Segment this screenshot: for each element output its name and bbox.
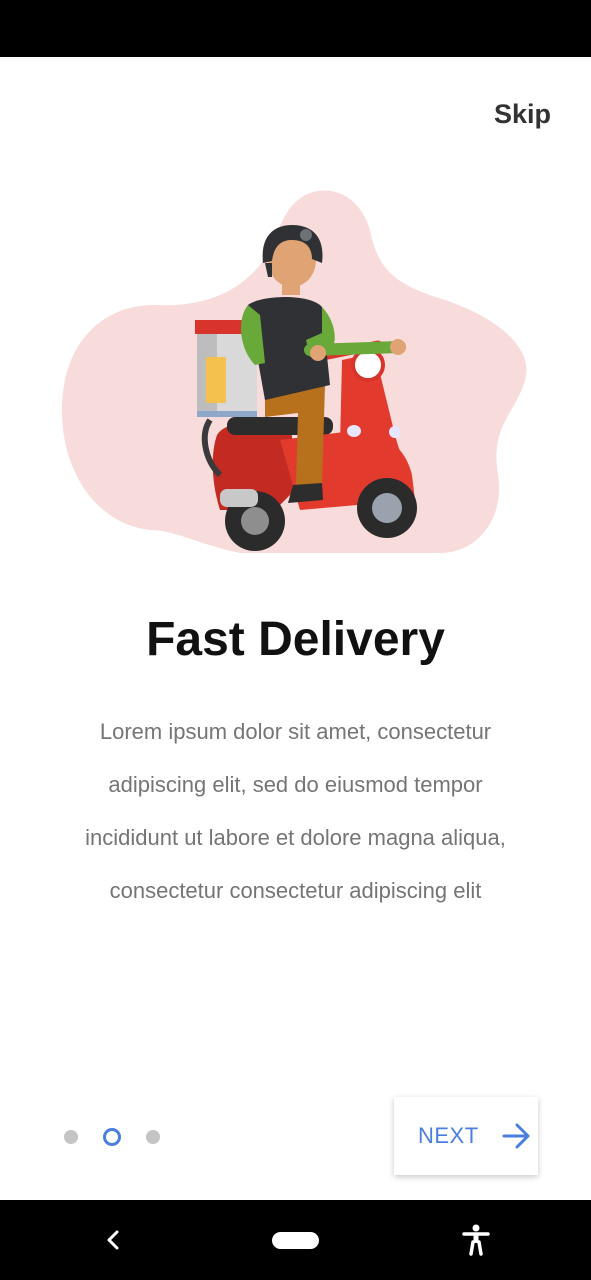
arrow-right-icon — [502, 1123, 530, 1149]
page-dot-1[interactable] — [64, 1130, 78, 1144]
accessibility-icon[interactable] — [462, 1224, 490, 1256]
status-bar — [0, 0, 591, 57]
next-label: NEXT — [418, 1123, 479, 1148]
next-button[interactable]: NEXT — [394, 1097, 538, 1175]
delivery-illustration — [61, 190, 527, 553]
page-indicator — [64, 1125, 185, 1149]
description-line: consectetur consectetur adipiscing elit — [109, 878, 482, 903]
onboarding-screen: Skip Fast Delivery Lorem ipsum dolor sit… — [0, 57, 591, 1200]
page-title: Fast Delivery — [146, 613, 445, 666]
page-dot-2-active[interactable] — [103, 1128, 121, 1146]
back-icon[interactable] — [102, 1226, 126, 1254]
description-line: incididunt ut labore et dolore magna ali… — [85, 825, 506, 850]
home-pill[interactable] — [272, 1232, 319, 1249]
description-line: Lorem ipsum dolor sit amet, consectetur — [99, 719, 492, 744]
system-nav-bar — [0, 1200, 591, 1280]
page-dot-3[interactable] — [146, 1130, 160, 1144]
skip-button[interactable]: Skip — [494, 99, 551, 130]
description: Lorem ipsum dolor sit amet, consectetur … — [50, 705, 541, 917]
description-line: adipiscing elit, sed do eiusmod tempor — [108, 772, 483, 797]
